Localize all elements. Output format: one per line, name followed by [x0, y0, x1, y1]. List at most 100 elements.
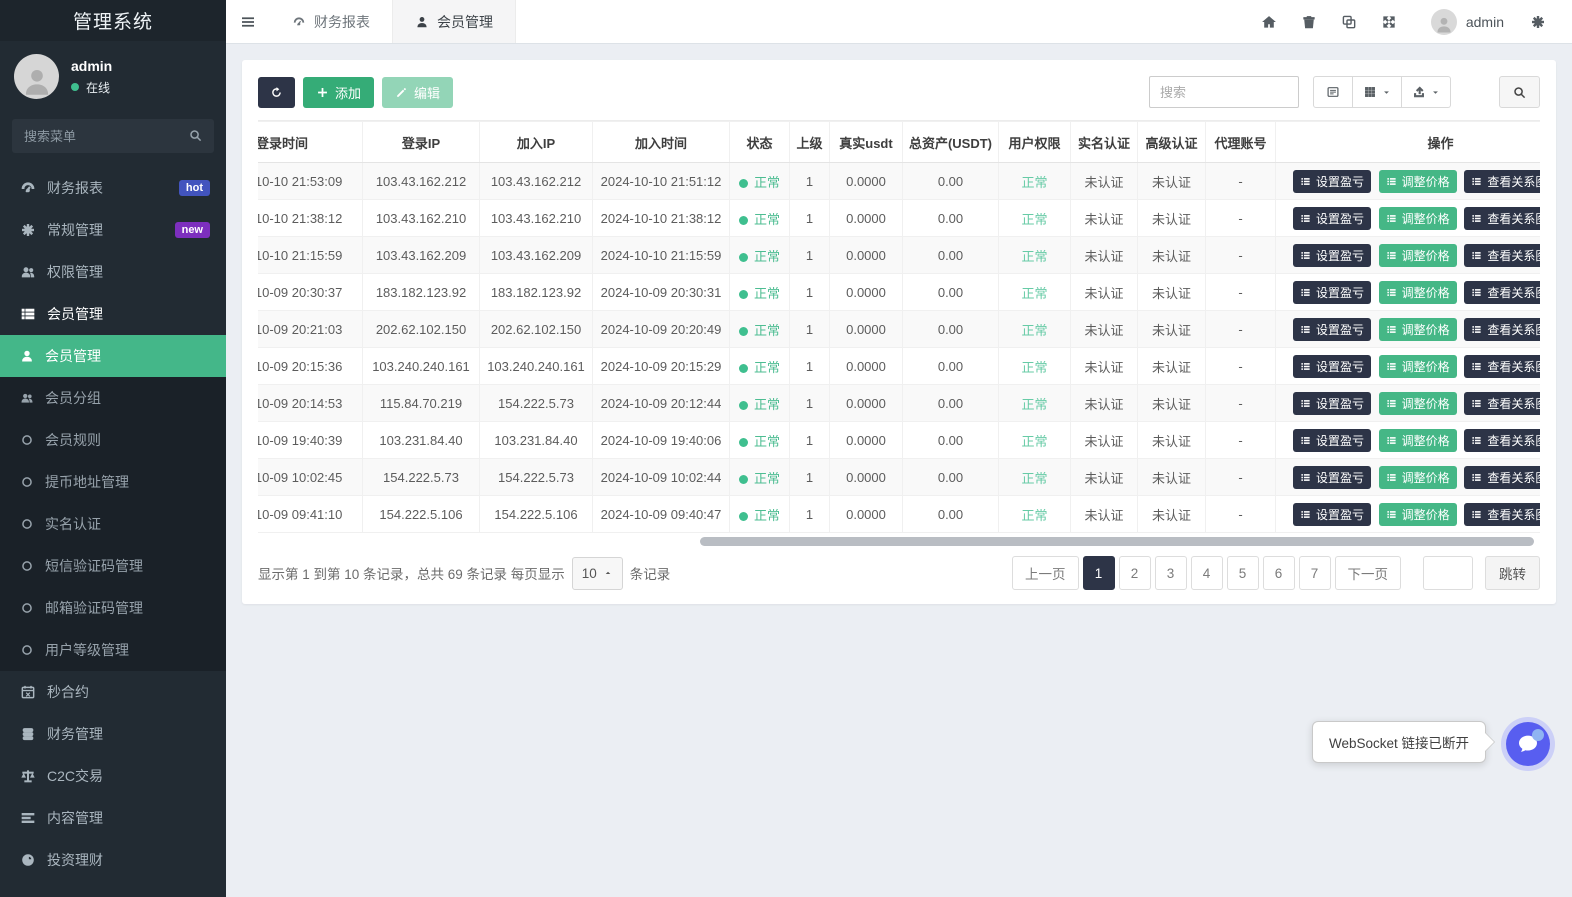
- table-row[interactable]: 2024-10-09 09:41:10 154.222.5.106 154.22…: [258, 496, 1540, 533]
- chat-fab-button[interactable]: [1501, 717, 1555, 771]
- view-relation-button[interactable]: 查看关系图: [1464, 503, 1540, 526]
- view-relation-button[interactable]: 查看关系图: [1464, 281, 1540, 304]
- cell-total-asset: 0.00: [903, 348, 999, 385]
- table-row[interactable]: 2024-10-09 19:40:39 103.231.84.40 103.23…: [258, 422, 1540, 459]
- table-row[interactable]: 2024-10-09 20:30:37 183.182.123.92 183.1…: [258, 274, 1540, 311]
- sidebar-toggle-button[interactable]: [226, 0, 270, 43]
- chat-dot-icon: [1532, 729, 1544, 741]
- menu-search-input[interactable]: [12, 119, 214, 153]
- sidebar-item-email-code[interactable]: 邮箱验证码管理: [0, 587, 226, 629]
- settings-button[interactable]: [1518, 0, 1558, 43]
- sidebar-item-realname-auth[interactable]: 实名认证: [0, 503, 226, 545]
- page-button-4[interactable]: 4: [1191, 556, 1223, 590]
- sidebar-item-finance-manage[interactable]: 财务管理: [0, 713, 226, 755]
- user-menu[interactable]: admin: [1409, 9, 1518, 35]
- sidebar-item-member-manage[interactable]: 会员管理: [0, 293, 226, 335]
- sidebar-item-sms-code[interactable]: 短信验证码管理: [0, 545, 226, 587]
- sidebar-item-invest[interactable]: 投资理财: [0, 839, 226, 881]
- set-pnl-button[interactable]: 设置盈亏: [1293, 170, 1371, 193]
- table-search-input[interactable]: [1149, 76, 1299, 108]
- set-pnl-button[interactable]: 设置盈亏: [1293, 355, 1371, 378]
- sidebar-item-withdraw-address[interactable]: 提币地址管理: [0, 461, 226, 503]
- search-submit-button[interactable]: [1499, 76, 1540, 108]
- view-relation-button[interactable]: 查看关系图: [1464, 170, 1540, 193]
- set-pnl-button[interactable]: 设置盈亏: [1293, 207, 1371, 230]
- view-relation-button[interactable]: 查看关系图: [1464, 207, 1540, 230]
- cell-agent: -: [1206, 200, 1276, 237]
- adjust-price-button[interactable]: 调整价格: [1379, 503, 1457, 526]
- next-page-button[interactable]: 下一页: [1335, 556, 1402, 590]
- view-relation-button[interactable]: 查看关系图: [1464, 429, 1540, 452]
- horizontal-scrollbar: [258, 537, 1540, 546]
- view-relation-button[interactable]: 查看关系图: [1464, 355, 1540, 378]
- sidebar-item-general-manage[interactable]: 常规管理 new: [0, 209, 226, 251]
- prev-page-button[interactable]: 上一页: [1012, 556, 1079, 590]
- table-row[interactable]: 2024-10-09 20:14:53 115.84.70.219 154.22…: [258, 385, 1540, 422]
- trash-icon: [1301, 14, 1317, 30]
- adjust-price-button[interactable]: 调整价格: [1379, 429, 1457, 452]
- page-button-5[interactable]: 5: [1227, 556, 1259, 590]
- home-button[interactable]: [1249, 0, 1289, 43]
- jump-button[interactable]: 跳转: [1485, 556, 1540, 590]
- table-row[interactable]: 2024-10-09 20:21:03 202.62.102.150 202.6…: [258, 311, 1540, 348]
- table-row[interactable]: 2024-10-10 21:15:59 103.43.162.209 103.4…: [258, 237, 1540, 274]
- adjust-price-button[interactable]: 调整价格: [1379, 170, 1457, 193]
- adjust-price-button[interactable]: 调整价格: [1379, 281, 1457, 304]
- fullscreen-button[interactable]: [1369, 0, 1409, 43]
- language-button[interactable]: [1329, 0, 1369, 43]
- sidebar-item-user-level[interactable]: 用户等级管理: [0, 629, 226, 671]
- clear-cache-button[interactable]: [1289, 0, 1329, 43]
- sidebar-item-finance-report[interactable]: 财务报表 hot: [0, 167, 226, 209]
- page-button-7[interactable]: 7: [1299, 556, 1331, 590]
- page-button-3[interactable]: 3: [1155, 556, 1187, 590]
- set-pnl-button[interactable]: 设置盈亏: [1293, 318, 1371, 341]
- sidebar-item-member-group[interactable]: 会员分组: [0, 377, 226, 419]
- columns-button[interactable]: [1353, 76, 1402, 108]
- table-row[interactable]: 2024-10-10 21:53:09 103.43.162.212 103.4…: [258, 163, 1540, 200]
- search-icon: [188, 128, 203, 143]
- set-pnl-button[interactable]: 设置盈亏: [1293, 503, 1371, 526]
- edit-button[interactable]: 编辑: [382, 77, 453, 108]
- table-row[interactable]: 2024-10-09 10:02:45 154.222.5.73 154.222…: [258, 459, 1540, 496]
- set-pnl-button[interactable]: 设置盈亏: [1293, 429, 1371, 452]
- adjust-price-button[interactable]: 调整价格: [1379, 466, 1457, 489]
- add-button[interactable]: 添加: [303, 77, 374, 108]
- set-pnl-button[interactable]: 设置盈亏: [1293, 392, 1371, 415]
- sidebar-item-member-manage-sub[interactable]: 会员管理: [0, 335, 226, 377]
- list-icon: [1300, 398, 1311, 409]
- refresh-button[interactable]: [258, 77, 295, 108]
- sidebar-item-content-manage[interactable]: 内容管理: [0, 797, 226, 839]
- adjust-price-button[interactable]: 调整价格: [1379, 392, 1457, 415]
- view-relation-button[interactable]: 查看关系图: [1464, 466, 1540, 489]
- page-size-select[interactable]: 10: [572, 557, 623, 590]
- tab-member-manage[interactable]: 会员管理: [392, 0, 516, 43]
- sidebar-item-permission-manage[interactable]: 权限管理: [0, 251, 226, 293]
- set-pnl-button[interactable]: 设置盈亏: [1293, 466, 1371, 489]
- adjust-price-button[interactable]: 调整价格: [1379, 318, 1457, 341]
- table-row[interactable]: 2024-10-09 20:15:36 103.240.240.161 103.…: [258, 348, 1540, 385]
- view-relation-button[interactable]: 查看关系图: [1464, 318, 1540, 341]
- page-button-2[interactable]: 2: [1119, 556, 1151, 590]
- set-pnl-button[interactable]: 设置盈亏: [1293, 281, 1371, 304]
- sidebar-item-second-contract[interactable]: 秒合约: [0, 671, 226, 713]
- page-button-6[interactable]: 6: [1263, 556, 1295, 590]
- table-row[interactable]: 2024-10-10 21:38:12 103.43.162.210 103.4…: [258, 200, 1540, 237]
- detail-view-button[interactable]: [1313, 76, 1353, 108]
- cell-agent: -: [1206, 163, 1276, 200]
- page-button-1[interactable]: 1: [1083, 556, 1115, 590]
- jump-page-input[interactable]: [1423, 556, 1473, 590]
- set-pnl-button[interactable]: 设置盈亏: [1293, 244, 1371, 267]
- cell-total-asset: 0.00: [903, 459, 999, 496]
- scrollbar-thumb[interactable]: [700, 537, 1533, 546]
- list-icon: [1300, 287, 1311, 298]
- tab-finance-report[interactable]: 财务报表: [270, 0, 392, 43]
- adjust-price-button[interactable]: 调整价格: [1379, 355, 1457, 378]
- view-relation-button[interactable]: 查看关系图: [1464, 392, 1540, 415]
- sidebar-item-member-rule[interactable]: 会员规则: [0, 419, 226, 461]
- sidebar-item-c2c-trade[interactable]: C2C交易: [0, 755, 226, 797]
- adjust-price-button[interactable]: 调整价格: [1379, 244, 1457, 267]
- view-relation-button[interactable]: 查看关系图: [1464, 244, 1540, 267]
- adjust-price-button[interactable]: 调整价格: [1379, 207, 1457, 230]
- list-icon: [1300, 324, 1311, 335]
- export-button[interactable]: [1402, 76, 1451, 108]
